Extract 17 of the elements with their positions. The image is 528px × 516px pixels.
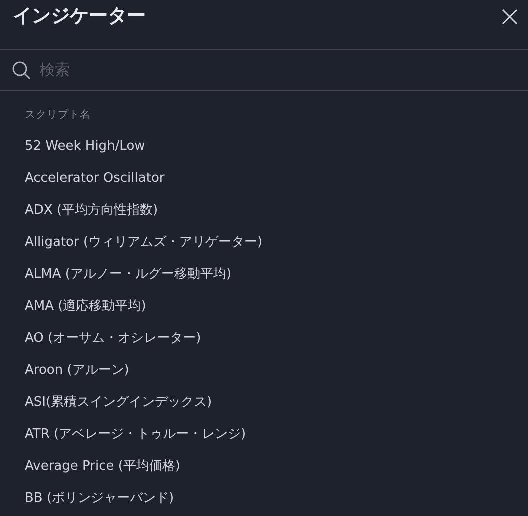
indicator-item[interactable]: 52 Week High/Low	[25, 138, 146, 154]
indicator-item[interactable]: Accelerator Oscillator	[25, 170, 165, 186]
indicator-item[interactable]: BB (ボリンジャーバンド)	[25, 489, 174, 507]
indicator-item[interactable]: ADX (平均方向性指数)	[25, 201, 158, 219]
indicator-item[interactable]: AO (オーサム・オシレーター)	[25, 329, 202, 347]
search-field[interactable]: 検索	[40, 61, 480, 79]
indicator-item[interactable]: AMA (適応移動平均)	[25, 297, 146, 315]
search-icon	[12, 60, 31, 80]
close-icon[interactable]	[501, 8, 519, 26]
column-header: スクリプト名	[24, 108, 92, 123]
indicator-item[interactable]: Aroon (アルーン)	[25, 361, 130, 379]
indicator-item[interactable]: Alligator (ウィリアムズ・アリゲーター)	[25, 233, 263, 251]
indicator-item[interactable]: ASI(累積スイングインデックス)	[25, 393, 212, 411]
dialog-title: インジケーター	[13, 4, 146, 29]
indicator-item[interactable]: ALMA (アルノー・ルグー移動平均)	[25, 265, 232, 283]
indicator-item[interactable]: Average Price (平均価格)	[25, 457, 181, 475]
indicator-item[interactable]: ATR (アベレージ・トゥルー・レンジ)	[25, 425, 246, 443]
